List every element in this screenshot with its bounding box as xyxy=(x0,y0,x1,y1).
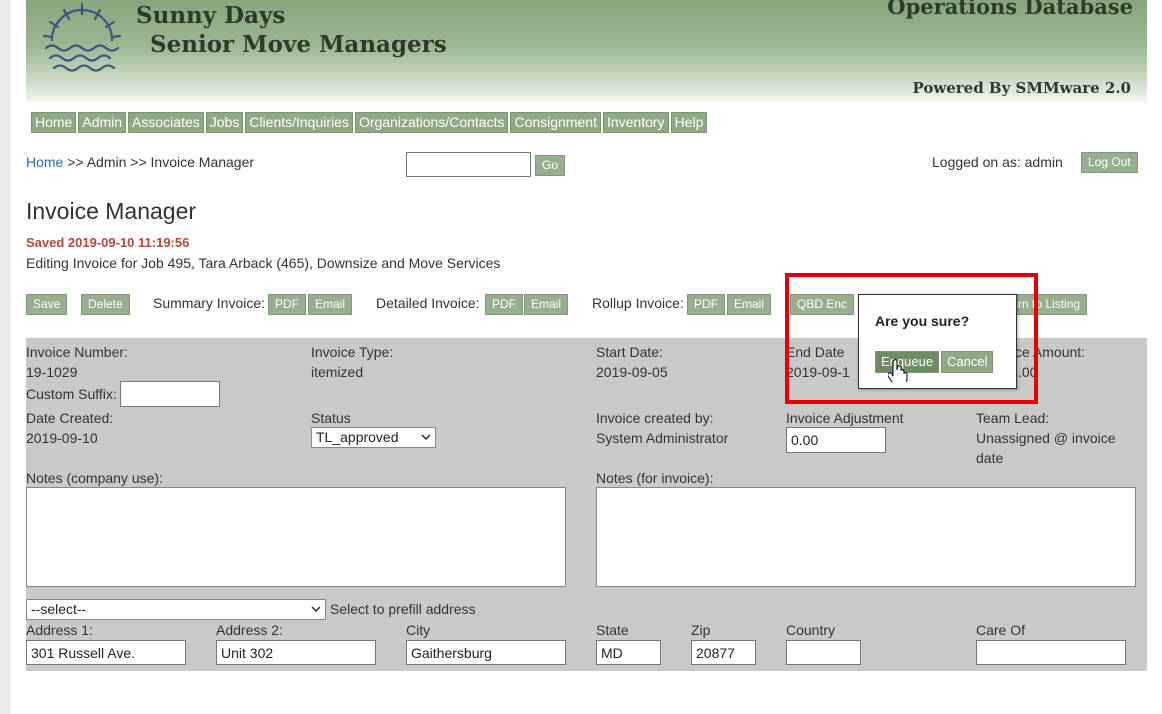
nav-help[interactable]: Help xyxy=(670,112,708,133)
save-button[interactable]: Save xyxy=(26,294,68,315)
nav-home[interactable]: Home xyxy=(31,112,77,133)
nav-associates[interactable]: Associates xyxy=(128,112,204,133)
rollup-invoice-label: Rollup Invoice: xyxy=(592,295,684,311)
notes-company-label: Notes (company use): xyxy=(26,470,163,486)
state-input[interactable] xyxy=(596,640,661,665)
logged-on-text: Logged on as: admin xyxy=(932,154,1063,170)
team-lead-value-line1: Unassigned @ invoice xyxy=(976,430,1116,446)
detailed-email-button[interactable]: Email xyxy=(524,294,569,315)
invoice-type-label: Invoice Type: xyxy=(311,344,394,360)
zip-label: Zip xyxy=(691,622,711,638)
saved-status: Saved 2019-09-10 11:19:56 xyxy=(26,235,190,250)
team-lead-value-line2: date xyxy=(976,450,1004,466)
logout-button[interactable]: Log Out xyxy=(1081,152,1138,173)
rollup-pdf-button[interactable]: PDF xyxy=(687,294,725,315)
go-button[interactable]: Go xyxy=(535,155,566,176)
nav-clients-inquiries[interactable]: Clients/Inquiries xyxy=(245,112,353,133)
nav-organizations-contacts[interactable]: Organizations/Contacts xyxy=(354,112,509,133)
care-of-input[interactable] xyxy=(976,640,1126,665)
state-label: State xyxy=(596,622,629,638)
address2-label: Address 2: xyxy=(216,622,283,638)
invoice-number-value: 19-1029 xyxy=(26,364,78,380)
address1-label: Address 1: xyxy=(26,622,93,638)
nav-inventory[interactable]: Inventory xyxy=(602,112,669,133)
notes-invoice-label: Notes (for invoice): xyxy=(596,470,714,486)
nav-consignment[interactable]: Consignment xyxy=(510,112,601,133)
invoice-number-label: Invoice Number: xyxy=(26,344,128,360)
notes-company-textarea[interactable] xyxy=(26,487,566,587)
start-date-value: 2019-09-05 xyxy=(596,364,668,380)
notes-invoice-textarea[interactable] xyxy=(596,487,1136,587)
address2-input[interactable] xyxy=(216,640,376,665)
nav-admin[interactable]: Admin xyxy=(78,112,127,133)
chevron-down-icon xyxy=(421,434,431,440)
search-input[interactable] xyxy=(406,152,531,177)
chevron-down-icon xyxy=(311,606,321,612)
custom-suffix-input[interactable] xyxy=(120,381,220,407)
date-created-label: Date Created: xyxy=(26,410,114,426)
created-by-value: System Administrator xyxy=(596,430,729,446)
summary-invoice-label: Summary Invoice: xyxy=(153,295,266,311)
invoice-adjustment-input[interactable] xyxy=(786,427,886,453)
summary-pdf-button[interactable]: PDF xyxy=(268,294,306,315)
prefill-address-select[interactable]: --select-- xyxy=(26,599,326,620)
detailed-pdf-button[interactable]: PDF xyxy=(485,294,523,315)
country-input[interactable] xyxy=(786,640,861,665)
brand-name: Sunny Days xyxy=(136,2,286,29)
start-date-label: Start Date: xyxy=(596,344,663,360)
page-title: Invoice Manager xyxy=(26,198,197,224)
created-by-label: Invoice created by: xyxy=(596,410,714,426)
breadcrumb-home-link[interactable]: Home xyxy=(26,154,63,170)
app-title: Operations Database xyxy=(887,0,1133,19)
team-lead-label: Team Lead: xyxy=(976,410,1050,426)
main-nav: Home Admin Associates Jobs Clients/Inqui… xyxy=(31,112,708,133)
invoice-adjustment-label: Invoice Adjustment xyxy=(786,410,904,426)
city-label: City xyxy=(406,622,431,638)
breadcrumb: Home >> Admin >> Invoice Manager xyxy=(26,154,254,170)
page: Sunny Days Senior Move Managers Operatio… xyxy=(11,0,1162,714)
address1-input[interactable] xyxy=(26,640,186,665)
detailed-invoice-label: Detailed Invoice: xyxy=(376,295,480,311)
invoice-type-value: itemized xyxy=(311,364,364,380)
rollup-email-button[interactable]: Email xyxy=(727,294,772,315)
breadcrumb-trail: >> Admin >> Invoice Manager xyxy=(63,154,255,170)
status-label: Status xyxy=(311,410,351,426)
custom-suffix-label: Custom Suffix: xyxy=(26,386,117,402)
delete-button[interactable]: Delete xyxy=(81,294,130,315)
editing-description: Editing Invoice for Job 495, Tara Arback… xyxy=(26,255,501,271)
powered-by: Powered By SMMware 2.0 xyxy=(912,79,1131,97)
care-of-label: Care Of xyxy=(976,622,1026,638)
prefill-select-value: --select-- xyxy=(31,601,87,617)
date-created-value: 2019-09-10 xyxy=(26,430,98,446)
nav-jobs[interactable]: Jobs xyxy=(205,112,244,133)
prefill-address-label: Select to prefill address xyxy=(330,601,476,617)
zip-input[interactable] xyxy=(691,640,756,665)
summary-email-button[interactable]: Email xyxy=(308,294,353,315)
status-select[interactable]: TL_approved xyxy=(311,427,436,448)
highlight-box xyxy=(785,273,1038,404)
city-input[interactable] xyxy=(406,640,566,665)
status-select-value: TL_approved xyxy=(316,429,399,445)
country-label: Country xyxy=(786,622,836,638)
sun-logo-icon xyxy=(42,2,122,72)
brand-tagline: Senior Move Managers xyxy=(150,31,447,58)
hand-cursor-icon xyxy=(888,359,908,382)
header-banner: Sunny Days Senior Move Managers Operatio… xyxy=(26,0,1147,102)
